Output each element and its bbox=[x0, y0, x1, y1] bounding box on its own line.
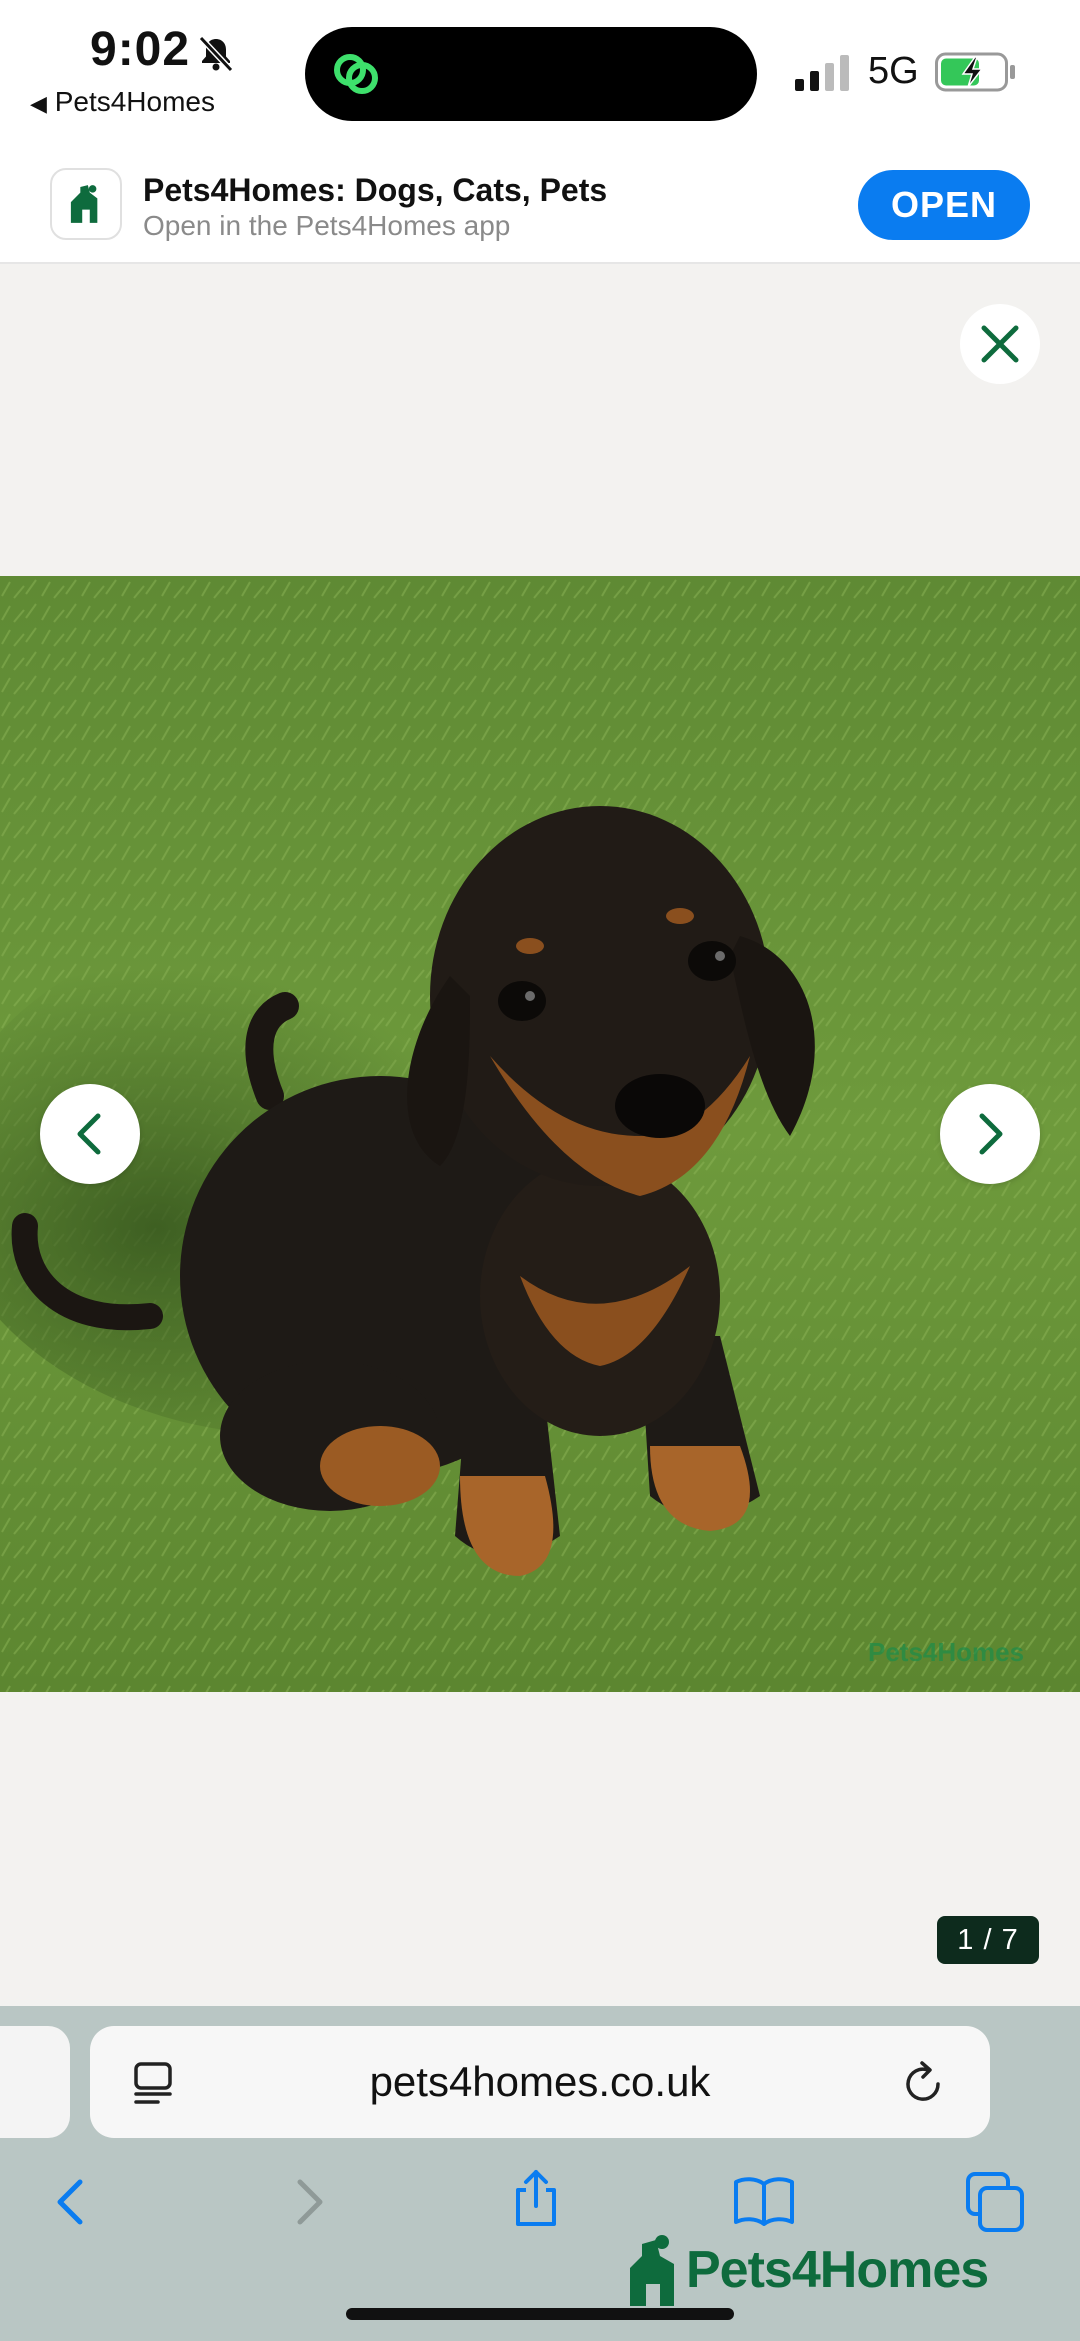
status-bar: 9:02 ◀ Pets4Homes 5G bbox=[0, 0, 1080, 150]
back-arrow-icon[interactable] bbox=[40, 2170, 104, 2234]
app-icon[interactable] bbox=[50, 168, 122, 240]
bookmarks-icon[interactable] bbox=[732, 2170, 796, 2234]
close-icon bbox=[981, 325, 1019, 363]
smart-app-banner: Pets4Homes: Dogs, Cats, Pets Open in the… bbox=[0, 150, 1080, 264]
network-type: 5G bbox=[868, 50, 919, 92]
forward-arrow-icon[interactable] bbox=[276, 2170, 340, 2234]
share-icon[interactable] bbox=[504, 2166, 568, 2230]
reader-icon[interactable] bbox=[132, 2060, 176, 2106]
back-triangle-icon: ◀ bbox=[30, 91, 47, 116]
bell-slash-icon bbox=[198, 35, 234, 73]
previous-photo-button[interactable] bbox=[40, 1084, 140, 1184]
open-app-button[interactable]: OPEN bbox=[858, 170, 1030, 240]
chevron-left-icon bbox=[77, 1113, 101, 1155]
app-subtitle: Open in the Pets4Homes app bbox=[143, 210, 511, 241]
pets4homes-logo-icon bbox=[70, 185, 98, 223]
reload-icon[interactable] bbox=[902, 2058, 948, 2106]
back-to-app-link[interactable]: ◀ Pets4Homes bbox=[30, 86, 215, 118]
back-app-label: Pets4Homes bbox=[54, 86, 215, 117]
battery-charging-icon bbox=[935, 52, 1015, 92]
dynamic-island bbox=[305, 27, 757, 121]
chevron-right-icon bbox=[979, 1113, 1003, 1155]
next-photo-button[interactable] bbox=[940, 1084, 1040, 1184]
app-title: Pets4Homes: Dogs, Cats, Pets bbox=[143, 172, 608, 208]
activity-icon bbox=[334, 54, 378, 94]
close-gallery-button[interactable] bbox=[960, 304, 1040, 384]
status-time: 9:02 bbox=[90, 23, 191, 76]
tabs-icon[interactable] bbox=[964, 2170, 1028, 2234]
signal-icon bbox=[795, 55, 849, 91]
pets4homes-logo-icon bbox=[630, 2235, 674, 2306]
photo-watermark: Pets4Homes bbox=[868, 1637, 1024, 1667]
gallery-photo: Pets4Homes bbox=[0, 576, 1080, 1692]
puppy-photo: Pets4Homes bbox=[0, 576, 1080, 1692]
previous-tab-preview[interactable] bbox=[0, 2026, 70, 2138]
photo-counter: 1 / 7 bbox=[937, 1916, 1039, 1964]
footer-logo-text: Pets4Homes bbox=[686, 2241, 989, 2299]
address-bar[interactable]: pets4homes.co.uk bbox=[90, 2026, 990, 2138]
home-indicator[interactable] bbox=[346, 2308, 734, 2320]
url-text[interactable]: pets4homes.co.uk bbox=[90, 2026, 990, 2138]
